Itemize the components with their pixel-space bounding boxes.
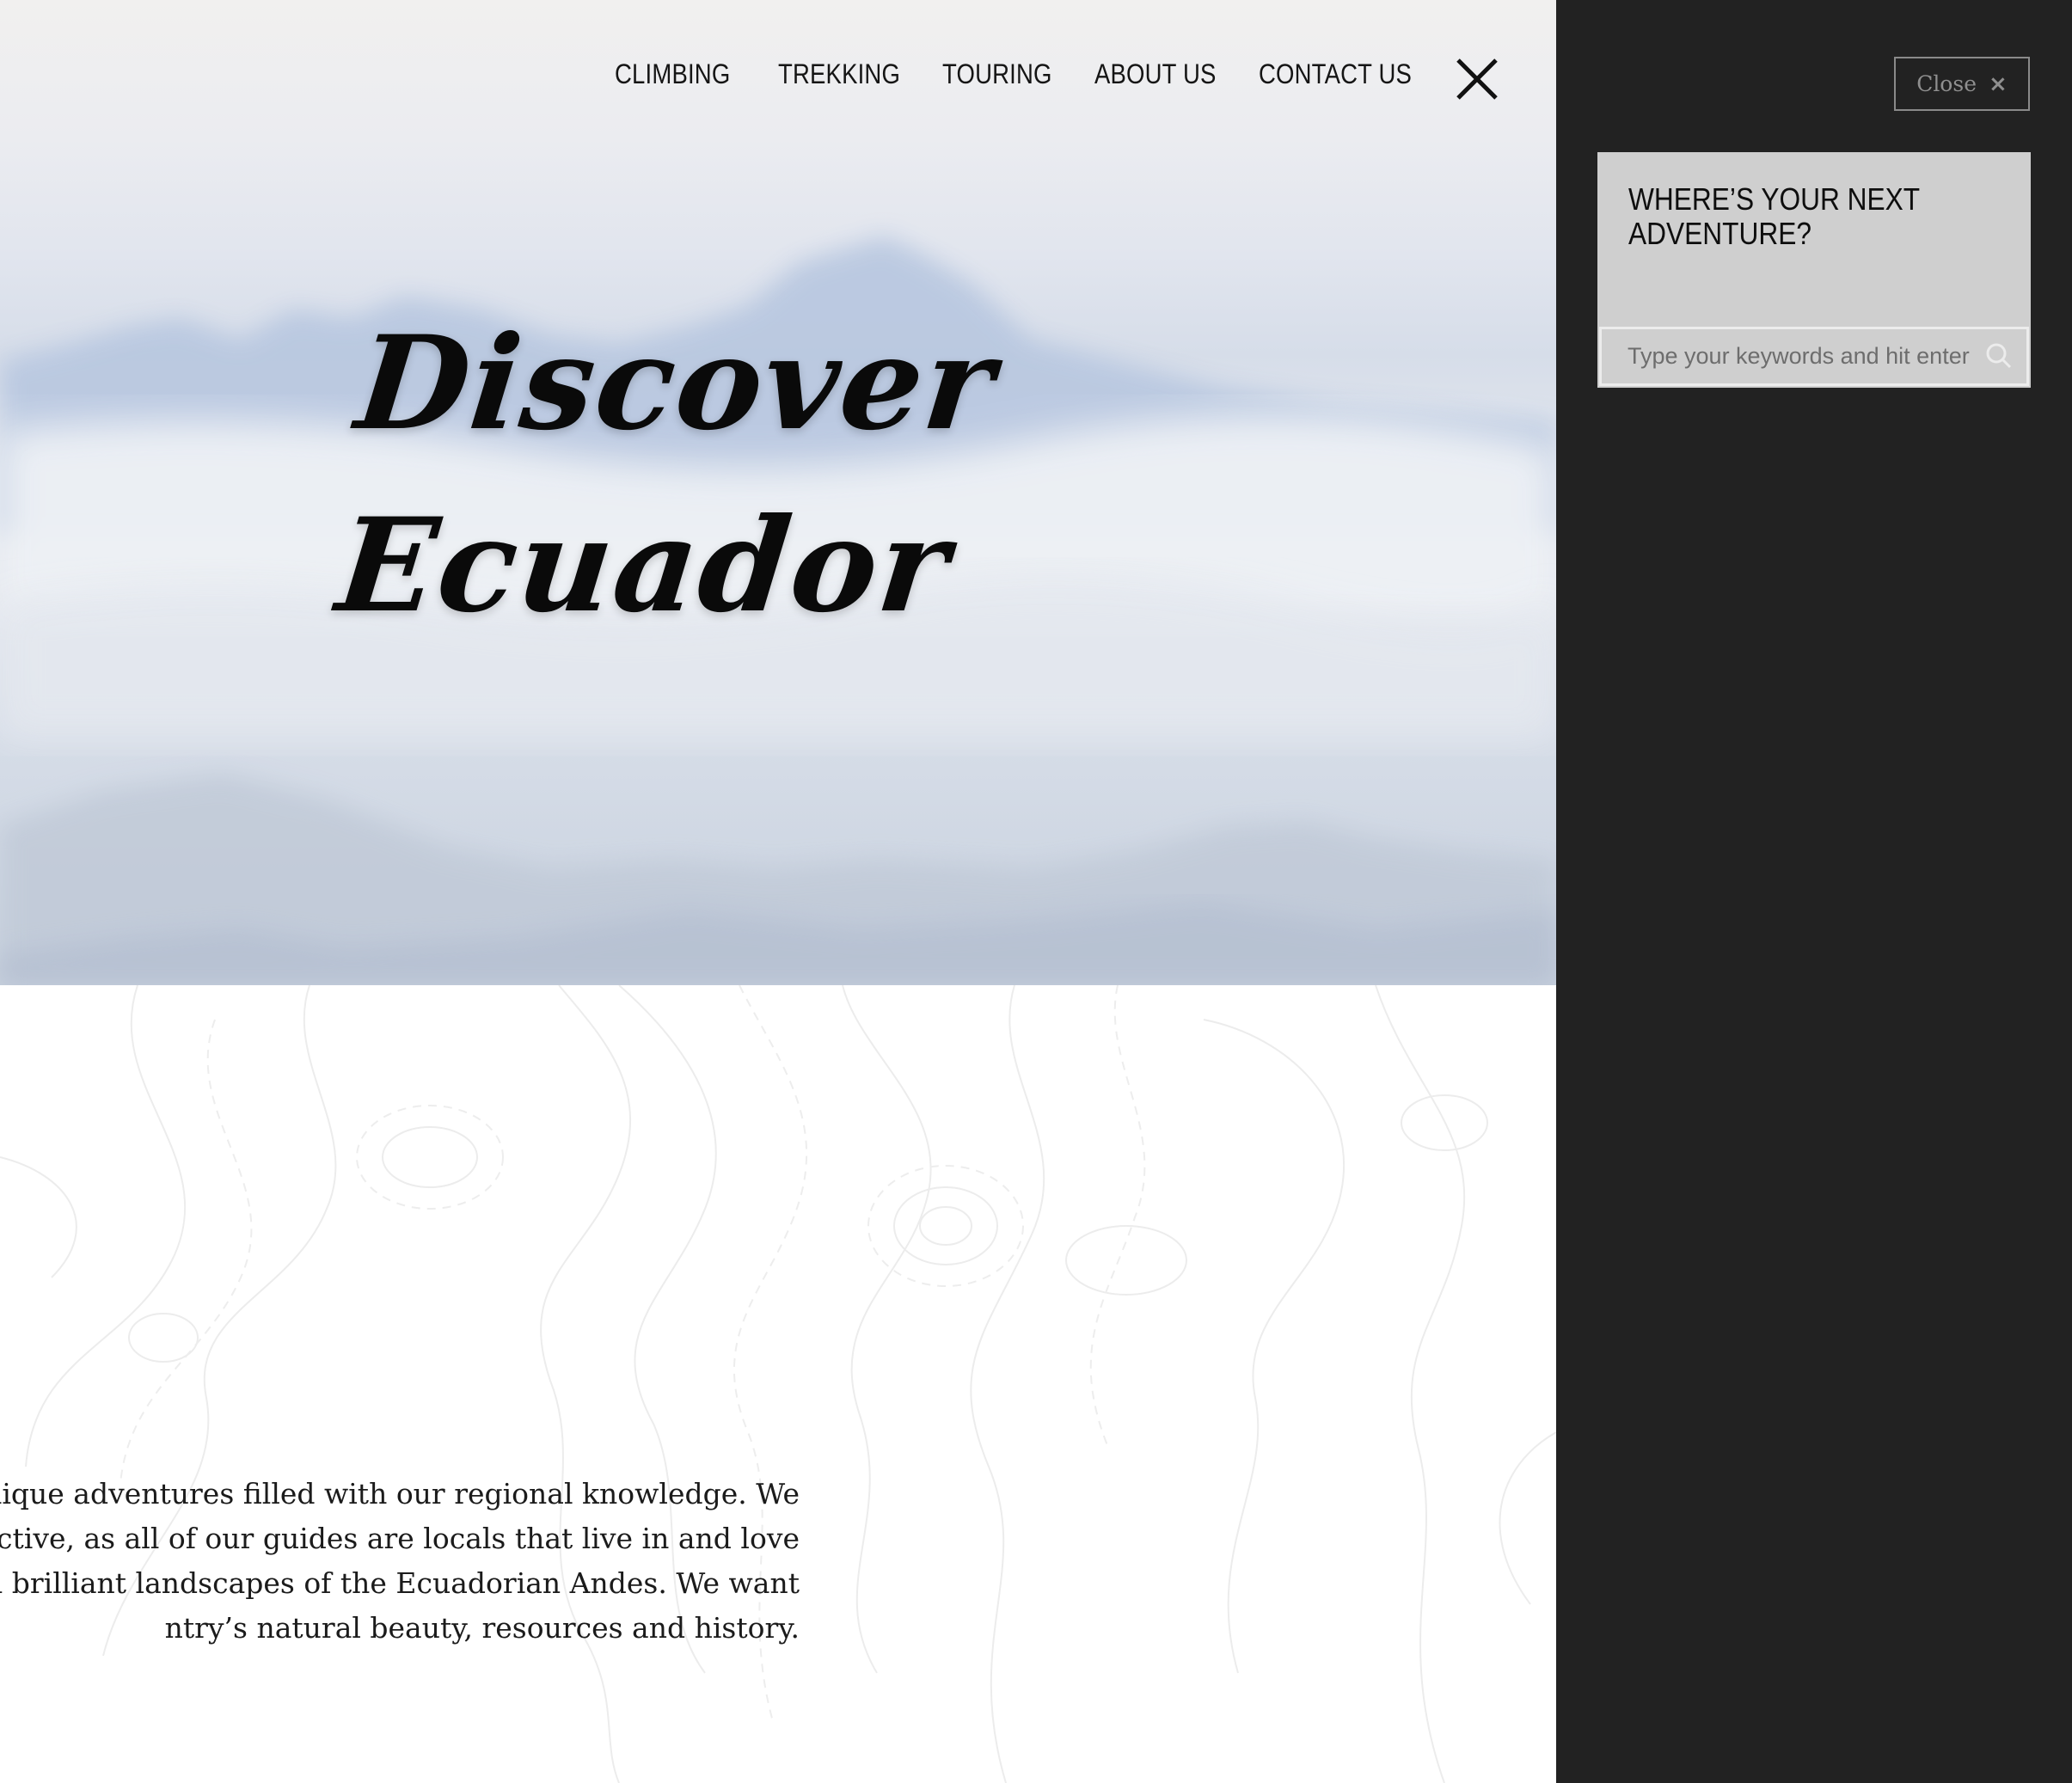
widget-title: WHERE’S YOUR NEXT ADVENTURE? xyxy=(1628,181,1920,251)
hero-title-line-1: Discover xyxy=(349,308,1002,459)
intro-line: rspective, as all of our guides are loca… xyxy=(0,1522,800,1555)
hero-banner: CLIMBING TREKKING TOURING ABOUT US CONTA… xyxy=(0,0,1556,985)
search-widget: WHERE’S YOUR NEXT ADVENTURE? xyxy=(1597,152,2031,388)
nav-item-trekking[interactable]: TREKKING xyxy=(778,58,900,90)
nav-item-contact-us[interactable]: CONTACT US xyxy=(1259,58,1412,90)
close-icon: × xyxy=(1989,70,2008,97)
topographic-pattern xyxy=(0,985,1556,1783)
nav-item-about-us[interactable]: ABOUT US xyxy=(1094,58,1217,90)
search-icon[interactable] xyxy=(1985,342,2013,370)
side-panel: Close × WHERE’S YOUR NEXT ADVENTURE? xyxy=(1556,0,2072,1783)
main-page: CLIMBING TREKKING TOURING ABOUT US CONTA… xyxy=(0,0,1556,1783)
search-input[interactable] xyxy=(1602,329,1980,383)
hero-title-line-2: Ecuador xyxy=(330,490,957,641)
intro-section: u unique adventures filled with our regi… xyxy=(0,985,1556,1783)
intro-paragraph: u unique adventures filled with our regi… xyxy=(0,1472,800,1651)
intro-line: and brilliant landscapes of the Ecuadori… xyxy=(0,1566,800,1600)
intro-line: ntry’s natural beauty, resources and his… xyxy=(164,1611,800,1645)
panel-close-button[interactable]: Close × xyxy=(1894,57,2030,111)
main-navigation: CLIMBING TREKKING TOURING ABOUT US CONTA… xyxy=(0,58,1556,101)
nav-item-climbing[interactable]: CLIMBING xyxy=(615,58,730,90)
hero-title: Discover Ecuador xyxy=(329,292,1002,657)
intro-line: u unique adventures filled with our regi… xyxy=(0,1477,800,1510)
close-x-icon[interactable] xyxy=(1455,57,1499,101)
search-box xyxy=(1599,327,2029,386)
nav-item-touring[interactable]: TOURING xyxy=(942,58,1052,90)
close-button-label: Close xyxy=(1916,71,1977,96)
